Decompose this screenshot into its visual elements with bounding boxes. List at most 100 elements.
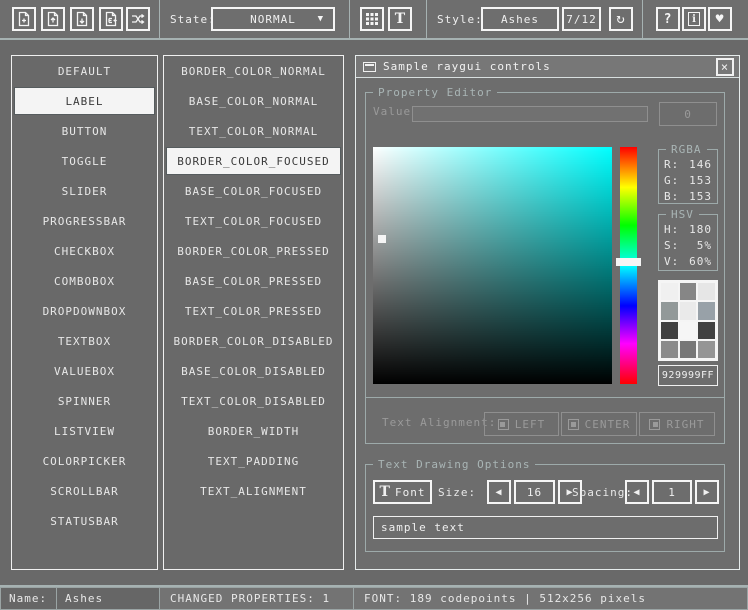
control-list-item[interactable]: BUTTON: [14, 117, 155, 145]
style-color-swatch[interactable]: [698, 283, 715, 300]
reload-style-button[interactable]: ↻: [609, 7, 633, 31]
toolbar-separator: [349, 0, 350, 38]
control-list-item[interactable]: SCROLLBAR: [14, 477, 155, 505]
changed-properties-status: CHANGED PROPERTIES: 1: [159, 587, 354, 610]
font-info-status: FONT: 189 codepoints | 512x256 pixels: [353, 587, 748, 610]
property-list-item[interactable]: BORDER_COLOR_PRESSED: [166, 237, 341, 265]
hex-value-textbox[interactable]: 929999FF: [658, 365, 718, 386]
style-name-value: Ashes: [501, 13, 539, 26]
hue-bar-handle[interactable]: [616, 258, 641, 266]
align-left-button[interactable]: LEFT: [484, 412, 559, 436]
style-color-swatch[interactable]: [661, 341, 678, 358]
size-decrease-button[interactable]: ◀: [487, 480, 511, 504]
about-button[interactable]: i: [682, 7, 706, 31]
help-button[interactable]: ?: [656, 7, 680, 31]
style-name-button[interactable]: Ashes: [481, 7, 559, 31]
control-list-item[interactable]: CHECKBOX: [14, 237, 155, 265]
reload-icon: ↻: [616, 11, 625, 27]
control-list-item[interactable]: DEFAULT: [14, 57, 155, 85]
property-list-item[interactable]: BORDER_COLOR_FOCUSED: [166, 147, 341, 175]
style-name-textbox[interactable]: Ashes: [56, 587, 160, 610]
window-body: Property Editor Value: 0 RGBA R: 146 G:: [356, 78, 739, 569]
style-color-swatch[interactable]: [680, 283, 697, 300]
hsv-row: S: 5%: [659, 239, 717, 252]
style-table-button[interactable]: [360, 7, 384, 31]
g-value: 153: [689, 174, 712, 187]
statusbar: Name: Ashes CHANGED PROPERTIES: 1 FONT: …: [0, 585, 748, 610]
control-list-item[interactable]: VALUEBOX: [14, 357, 155, 385]
property-list-item[interactable]: BORDER_COLOR_NORMAL: [166, 57, 341, 85]
property-list-item[interactable]: BORDER_WIDTH: [166, 417, 341, 445]
control-list-item[interactable]: STATUSBAR: [14, 507, 155, 535]
control-list-item[interactable]: TOGGLE: [14, 147, 155, 175]
property-list-item[interactable]: TEXT_ALIGNMENT: [166, 477, 341, 505]
property-list-item[interactable]: TEXT_PADDING: [166, 447, 341, 475]
property-list-item[interactable]: TEXT_COLOR_NORMAL: [166, 117, 341, 145]
control-list-item[interactable]: LISTVIEW: [14, 417, 155, 445]
arrow-right-icon: ▶: [703, 487, 710, 498]
font-atlas-button[interactable]: T: [388, 7, 412, 31]
property-list-item[interactable]: TEXT_COLOR_FOCUSED: [166, 207, 341, 235]
value-number-box[interactable]: 0: [659, 102, 717, 126]
spacing-label: Spacing:: [572, 486, 633, 499]
size-value-box[interactable]: 16: [514, 480, 555, 504]
control-list-item[interactable]: COMBOBOX: [14, 267, 155, 295]
b-value: 153: [689, 190, 712, 203]
property-list-item[interactable]: BASE_COLOR_DISABLED: [166, 357, 341, 385]
property-list-item[interactable]: BASE_COLOR_FOCUSED: [166, 177, 341, 205]
state-dropdown[interactable]: NORMAL ▼: [211, 7, 335, 31]
control-list-item[interactable]: COLORPICKER: [14, 447, 155, 475]
align-center-button[interactable]: CENTER: [561, 412, 637, 436]
align-right-button[interactable]: RIGHT: [639, 412, 715, 436]
style-counter: 7/12: [562, 7, 601, 31]
spacing-decrease-button[interactable]: ◀: [625, 480, 649, 504]
v-label: V:: [664, 255, 679, 268]
align-center-icon: [568, 419, 579, 430]
control-list-item[interactable]: DROPDOWNBOX: [14, 297, 155, 325]
color-picker-cursor[interactable]: [378, 235, 386, 243]
window-titlebar[interactable]: Sample raygui controls ×: [356, 56, 739, 78]
sample-text-textbox[interactable]: sample text: [373, 516, 718, 539]
property-list-item[interactable]: BORDER_COLOR_DISABLED: [166, 327, 341, 355]
style-color-swatch[interactable]: [680, 322, 697, 339]
new-style-button[interactable]: [12, 7, 36, 31]
font-t-icon: T: [380, 484, 390, 500]
color-picker-panel[interactable]: [373, 147, 612, 384]
style-color-swatch[interactable]: [680, 341, 697, 358]
control-list-item[interactable]: TEXTBOX: [14, 327, 155, 355]
hsv-row: H: 180: [659, 223, 717, 236]
style-color-swatch[interactable]: [661, 302, 678, 319]
style-color-swatch[interactable]: [698, 341, 715, 358]
r-label: R:: [664, 158, 679, 171]
spacing-increase-button[interactable]: ▶: [695, 480, 719, 504]
rgba-group-title: RGBA: [666, 143, 707, 156]
control-list-item[interactable]: PROGRESSBAR: [14, 207, 155, 235]
toolbar-separator: [642, 0, 643, 38]
property-list-item[interactable]: TEXT_COLOR_PRESSED: [166, 297, 341, 325]
properties-listview: BORDER_COLOR_NORMAL BASE_COLOR_NORMAL TE…: [163, 55, 344, 570]
property-list-item[interactable]: BASE_COLOR_NORMAL: [166, 87, 341, 115]
size-value: 16: [527, 486, 542, 499]
load-font-button[interactable]: T Font: [373, 480, 432, 504]
spacing-value-box[interactable]: 1: [652, 480, 692, 504]
hue-bar[interactable]: [620, 147, 637, 384]
style-color-swatch[interactable]: [661, 283, 678, 300]
randomize-style-button[interactable]: [126, 7, 150, 31]
style-color-swatch[interactable]: [661, 322, 678, 339]
window-close-button[interactable]: ×: [716, 58, 734, 76]
style-color-swatch[interactable]: [698, 302, 715, 319]
property-list-item[interactable]: TEXT_COLOR_DISABLED: [166, 387, 341, 415]
export-style-button[interactable]: [99, 7, 123, 31]
property-list-item[interactable]: BASE_COLOR_PRESSED: [166, 267, 341, 295]
control-list-item[interactable]: SPINNER: [14, 387, 155, 415]
sponsor-button[interactable]: ♥: [708, 7, 732, 31]
style-color-swatch[interactable]: [680, 302, 697, 319]
value-slider[interactable]: [412, 106, 648, 122]
save-style-button[interactable]: [70, 7, 94, 31]
open-style-button[interactable]: [41, 7, 65, 31]
arrow-left-icon: ◀: [633, 487, 640, 498]
control-list-item[interactable]: SLIDER: [14, 177, 155, 205]
control-list-item[interactable]: LABEL: [14, 87, 155, 115]
style-color-swatch[interactable]: [698, 322, 715, 339]
property-editor-group: Property Editor Value: 0 RGBA R: 146 G:: [365, 92, 725, 444]
